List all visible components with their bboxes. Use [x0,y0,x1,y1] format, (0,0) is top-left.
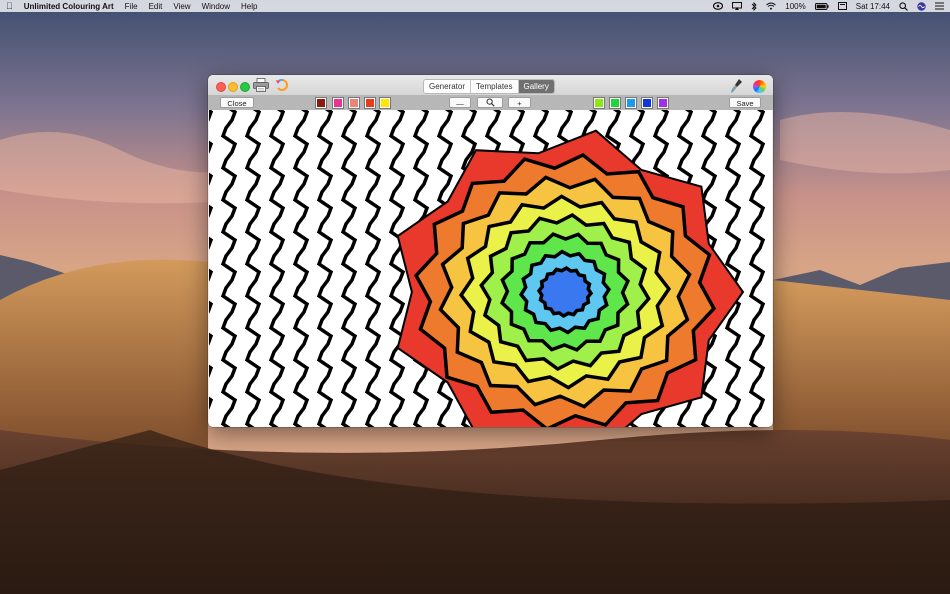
window-zoom-button[interactable] [240,82,250,92]
paint-brush-icon[interactable] [730,78,744,94]
swatch-lime[interactable] [593,97,605,109]
pattern-line [340,110,358,427]
swatch-pink[interactable] [332,97,344,109]
notification-center-icon[interactable] [935,2,944,10]
pattern-line [244,110,262,427]
colouring-canvas[interactable] [209,110,772,427]
menu-view[interactable]: View [173,2,190,11]
printer-icon[interactable] [253,78,269,92]
bluetooth-icon[interactable] [751,1,757,11]
window-minimize-button[interactable] [228,82,238,92]
mandala-ring-8[interactable] [536,266,594,318]
clock[interactable]: Sat 17:44 [856,2,890,11]
menu-edit[interactable]: Edit [149,2,163,11]
pattern-line [209,110,214,410]
tab-gallery[interactable]: Gallery [518,80,554,93]
swatch-dark-red[interactable] [315,97,327,109]
apple-menu-icon[interactable]:  [6,0,13,12]
swatch-blue[interactable] [641,97,653,109]
zoom-out-button[interactable]: — [449,97,471,108]
tab-generator[interactable]: Generator [424,80,472,93]
airplay-icon[interactable] [732,2,743,10]
app-name-menu[interactable]: Unlimited Colouring Art [24,2,114,11]
pattern-line [364,110,382,427]
pattern-line [748,110,766,427]
siri-icon[interactable] [917,1,926,11]
undo-arrow-icon[interactable] [275,78,289,92]
close-button[interactable]: Close [220,97,254,108]
swatch-salmon[interactable] [348,97,360,109]
pattern-line [724,110,742,427]
zoom-in-button[interactable]: + [508,97,531,108]
zoom-reset-button[interactable] [477,97,503,108]
swatch-yellow[interactable] [379,97,391,109]
battery-icon[interactable] [814,2,829,10]
tab-templates[interactable]: Templates [471,80,519,93]
display-icon[interactable] [837,2,847,10]
pattern-line [388,110,406,427]
save-button[interactable]: Save [729,97,761,108]
view-mode-tabs: Generator Templates Gallery [423,79,555,94]
menu-window[interactable]: Window [202,2,230,11]
colour-toolbar: Close — + Save [208,95,773,110]
battery-percent: 100% [785,1,806,11]
color-wheel-icon[interactable] [753,80,766,93]
app-window: Generator Templates Gallery Close — + Sa… [208,75,773,427]
menu-file[interactable]: File [125,2,138,11]
menu-bar:  Unlimited Colouring Art File Edit View… [0,0,950,12]
magnifier-icon [486,98,495,107]
title-bar[interactable]: Generator Templates Gallery [208,75,773,95]
swatch-purple[interactable] [657,97,669,109]
pattern-line [292,110,310,427]
wifi-icon[interactable] [766,2,777,10]
window-close-button[interactable] [216,82,226,92]
swatch-green[interactable] [609,97,621,109]
pattern-line [220,110,238,427]
colouring-artwork[interactable] [209,110,772,427]
spotlight-search-icon[interactable] [899,1,908,11]
swatch-sky-blue[interactable] [625,97,637,109]
menu-help[interactable]: Help [241,2,257,11]
pattern-line [268,110,286,427]
pattern-line [316,110,334,427]
creative-cloud-icon[interactable] [713,2,724,10]
swatch-red[interactable] [364,97,376,109]
